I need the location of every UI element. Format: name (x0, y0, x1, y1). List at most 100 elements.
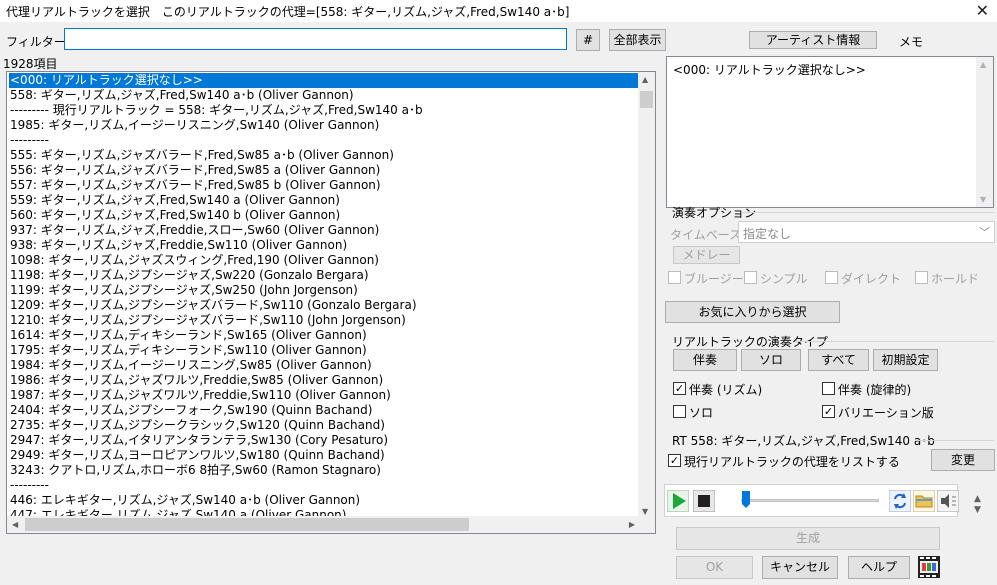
scroll-left-icon[interactable]: ◀ (12, 520, 18, 529)
scroll-up-icon[interactable]: ▲ (642, 75, 648, 84)
accomp-rhythm-label: 伴奏 (リズム) (689, 383, 763, 397)
window-title: 代理リアルトラックを選択 このリアルトラックの代理=[558: ギター,リズム,… (6, 5, 570, 19)
accomp-melodic-checkbox[interactable] (822, 382, 835, 395)
horizontal-scroll-thumb[interactable] (25, 518, 469, 531)
chevron-down-icon: ﹀ (979, 226, 990, 239)
memo-scrollbar[interactable]: ▲ ▼ (976, 57, 993, 207)
list-item[interactable]: 1795: ギター,リズム,ディキシーランド,Sw110 (Oliver Gan… (10, 343, 640, 358)
variation-checkbox[interactable]: ✓ (822, 405, 835, 418)
memo-box[interactable]: <000: リアルトラック選択なし>> ▲ ▼ (666, 56, 994, 208)
transport-scroll-down-icon[interactable]: ▼ (974, 505, 981, 515)
hold-checkbox[interactable] (915, 271, 928, 284)
default-button[interactable]: 初期設定 (873, 349, 938, 371)
scroll-right-icon[interactable]: ▶ (629, 520, 635, 529)
speaker-icon[interactable] (936, 489, 960, 513)
vertical-scrollbar[interactable]: ▲ ▼ (638, 72, 655, 518)
horizontal-scrollbar[interactable]: ◀ ▶ (7, 516, 655, 533)
memo-scroll-down-icon[interactable]: ▼ (980, 195, 986, 204)
accomp-rhythm-checkbox[interactable]: ✓ (673, 382, 686, 395)
transport-bar (664, 484, 960, 517)
list-item[interactable]: 938: ギター,リズム,ジャズ,Freddie,Sw110 (Oliver G… (10, 238, 640, 253)
list-item[interactable]: 1209: ギター,リズム,ジプシージャズバラード,Sw110 (Gonzalo… (10, 298, 640, 313)
change-button[interactable]: 変更 (931, 449, 995, 471)
list-item[interactable]: 937: ギター,リズム,ジャズ,Freddie,スロー,Sw60 (Olive… (10, 223, 640, 238)
position-slider-track[interactable] (741, 499, 879, 502)
simple-label: シンプル (760, 272, 808, 286)
simple-checkbox[interactable] (744, 271, 757, 284)
list-item[interactable]: 2404: ギター,リズム,ジプシーフォーク,Sw190 (Quinn Bach… (10, 403, 640, 418)
memo-text: <000: リアルトラック選択なし>> (673, 63, 866, 77)
scroll-down-icon[interactable]: ▼ (642, 507, 648, 516)
accomp-melodic-label: 伴奏 (旋律的) (838, 383, 912, 397)
generate-button[interactable]: 生成 (676, 527, 940, 550)
list-item[interactable]: 1198: ギター,リズム,ジプシージャズ,Sw220 (Gonzalo Ber… (10, 268, 640, 283)
list-item[interactable]: 558: ギター,リズム,ジャズ,Fred,Sw140 a･b (Oliver … (10, 88, 640, 103)
folder-icon[interactable] (912, 489, 936, 513)
track-list[interactable]: <000: リアルトラック選択なし>> 558: ギター,リズム,ジャズ,Fred… (6, 71, 656, 534)
rt-type-divider (795, 341, 994, 342)
ok-button[interactable]: OK (676, 556, 753, 579)
medley-button[interactable]: メドレー (673, 246, 740, 264)
video-icon[interactable] (918, 556, 940, 578)
direct-checkbox[interactable] (825, 271, 838, 284)
list-item[interactable]: 557: ギター,リズム,ジャズバラード,Fred,Sw85 b (Oliver… (10, 178, 640, 193)
list-item[interactable]: 1098: ギター,リズム,ジャズスウィング,Fred,190 (Oliver … (10, 253, 640, 268)
hash-button[interactable]: # (576, 29, 600, 51)
list-item[interactable]: 560: ギター,リズム,ジャズ,Fred,Sw140 b (Oliver Ga… (10, 208, 640, 223)
filter-input[interactable] (64, 28, 567, 50)
list-item[interactable]: 1614: ギター,リズム,ディキシーランド,Sw165 (Oliver Gan… (10, 328, 640, 343)
list-item[interactable]: 1210: ギター,リズム,ジプシージャズバラード,Sw110 (John Jo… (10, 313, 640, 328)
filter-label: フィルター (6, 35, 66, 49)
list-item[interactable]: 1199: ギター,リズム,ジプシージャズ,Sw250 (John Jorgen… (10, 283, 640, 298)
list-item[interactable]: --------- 現行リアルトラック = 558: ギター,リズム,ジャズ,F… (10, 103, 640, 118)
list-item[interactable]: 1987: ギター,リズム,ジャズワルツ,Freddie,Sw110 (Oliv… (10, 388, 640, 403)
play-options-divider (742, 212, 994, 213)
all-button[interactable]: すべて (808, 349, 869, 371)
list-item[interactable]: 1984: ギター,リズム,イージーリスニング,Sw85 (Oliver Gan… (10, 358, 640, 373)
list-item[interactable]: 2947: ギター,リズム,イタリアンタランテラ,Sw130 (Cory Pes… (10, 433, 640, 448)
solo-checkbox[interactable] (673, 405, 686, 418)
vertical-scroll-thumb[interactable] (640, 91, 653, 108)
timebase-label: タイムベース (670, 228, 742, 242)
solo-label: ソロ (689, 406, 714, 420)
list-substitutes-label: 現行リアルトラックの代理をリストする (684, 455, 900, 469)
show-all-button[interactable]: 全部表示 (609, 29, 666, 51)
list-substitutes-checkbox[interactable]: ✓ (668, 454, 681, 467)
list-item[interactable]: 2735: ギター,リズム,ジプシークラシック,Sw120 (Quinn Bac… (10, 418, 640, 433)
stop-icon[interactable] (692, 489, 716, 513)
cancel-button[interactable]: キャンセル (762, 556, 838, 579)
direct-label: ダイレクト (841, 272, 902, 286)
timebase-select[interactable]: 指定なし ﹀ (738, 221, 995, 243)
item-count: 1928項目 (3, 57, 58, 71)
accomp-button[interactable]: 伴奏 (673, 349, 737, 371)
list-item[interactable]: --------- (10, 478, 640, 493)
list-item[interactable]: 559: ギター,リズム,ジャズ,Fred,Sw140 a (Oliver Ga… (10, 193, 640, 208)
bluesy-checkbox[interactable] (668, 271, 681, 284)
current-rt-title: RT 558: ギター,リズム,ジャズ,Fred,Sw140 a･b (672, 434, 935, 448)
list-item[interactable]: 1985: ギター,リズム,イージーリスニング,Sw140 (Oliver Ga… (10, 118, 640, 133)
list-item[interactable]: 3243: クアトロ,リズム,ホローボ6 8拍子,Sw60 (Ramon Sta… (10, 463, 640, 478)
help-button[interactable]: ヘルプ (848, 556, 910, 579)
artist-info-button[interactable]: アーティスト情報 (749, 31, 877, 49)
loop-icon[interactable] (888, 489, 912, 513)
title-bar: 代理リアルトラックを選択 このリアルトラックの代理=[558: ギター,リズム,… (0, 0, 997, 22)
solo-button[interactable]: ソロ (741, 349, 801, 371)
position-slider-thumb[interactable] (741, 491, 751, 509)
memo-scroll-up-icon[interactable]: ▲ (980, 60, 986, 69)
bluesy-label: ブルージー (684, 272, 744, 286)
transport-scroll-up-icon[interactable]: ▲ (974, 494, 981, 504)
list-item[interactable]: 446: エレキギター,リズム,ジャズ,Sw140 a･b (Oliver Ga… (10, 493, 640, 508)
memo-label: メモ (899, 35, 924, 49)
close-icon[interactable]: ✕ (976, 1, 989, 20)
list-item[interactable]: 2949: ギター,リズム,ヨーロピアンワルツ,Sw180 (Quinn Bac… (10, 448, 640, 463)
list-item[interactable]: <000: リアルトラック選択なし>> (9, 73, 639, 88)
list-item[interactable]: --------- (10, 133, 640, 148)
current-rt-divider (916, 440, 994, 441)
list-item[interactable]: 556: ギター,リズム,ジャズバラード,Fred,Sw85 a (Oliver… (10, 163, 640, 178)
favorites-button[interactable]: お気に入りから選択 (665, 301, 840, 323)
hold-label: ホールド (931, 272, 980, 286)
play-icon[interactable] (666, 489, 690, 513)
variation-label: バリエーション版 (838, 406, 934, 420)
list-item[interactable]: 1986: ギター,リズム,ジャズワルツ,Freddie,Sw85 (Olive… (10, 373, 640, 388)
list-item[interactable]: 555: ギター,リズム,ジャズバラード,Fred,Sw85 a･b (Oliv… (10, 148, 640, 163)
